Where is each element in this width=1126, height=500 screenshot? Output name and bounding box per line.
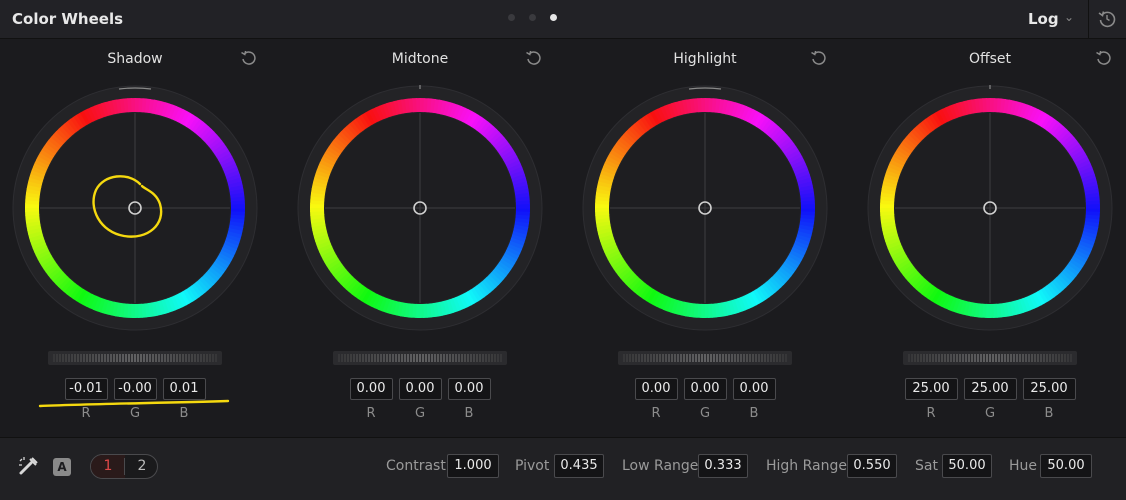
value-field-b[interactable]: 0.01 — [162, 378, 206, 400]
rgb-values: -0.01 -0.00 0.01 — [64, 378, 206, 400]
reset-icon[interactable] — [240, 49, 258, 71]
channel-labels: RGB — [905, 406, 1076, 421]
chevron-down-icon[interactable]: ⌄ — [1064, 10, 1074, 24]
wheel-panel-highlight: Highlight 0.00 0.00 0.00 R G B — [570, 39, 840, 429]
value-field-b[interactable]: 25.00 — [1022, 378, 1076, 400]
channel-label-b: B — [749, 406, 759, 421]
channel-label-r: R — [81, 406, 91, 421]
channel-label-r: R — [366, 406, 376, 421]
panel-header: Color Wheels Log ⌄ — [0, 0, 1126, 39]
contrast-label: Contrast — [386, 458, 446, 474]
page-dot-2[interactable] — [529, 14, 536, 21]
sat-label: Sat — [915, 458, 938, 474]
color-picker-icon[interactable] — [18, 456, 40, 480]
channel-label-b: B — [1044, 406, 1054, 421]
contrast-field[interactable]: 1.000 — [447, 454, 499, 478]
rgb-values: 0.00 0.00 0.00 — [634, 378, 776, 400]
wheel-panel-offset: Offset 25.00 25.00 25.00 R G B — [855, 39, 1125, 429]
value-field-g[interactable]: -0.00 — [113, 378, 157, 400]
wheel-label: Midtone — [391, 51, 449, 67]
channel-labels: RGB — [635, 406, 776, 421]
auto-balance-button[interactable]: A — [53, 458, 71, 476]
reset-icon[interactable] — [525, 49, 543, 71]
rgb-values: 25.00 25.00 25.00 — [904, 378, 1076, 400]
reset-all-icon[interactable] — [1097, 9, 1117, 33]
wheel-label: Shadow — [107, 51, 163, 67]
hue-field[interactable]: 50.00 — [1040, 454, 1092, 478]
channel-label-g: G — [414, 406, 426, 421]
sat-field[interactable]: 50.00 — [942, 454, 992, 478]
channel-labels: RGB — [65, 406, 206, 421]
page-1-button[interactable]: 1 — [91, 455, 125, 478]
low-range-field[interactable]: 0.333 — [698, 454, 748, 478]
wheel-panel-midtone: Midtone 0.00 0.00 0.00 R G B — [285, 39, 555, 429]
mode-dropdown-label[interactable]: Log — [1028, 10, 1059, 28]
wheel-label: Offset — [968, 51, 1012, 67]
channel-labels: RGB — [350, 406, 491, 421]
page-indicator — [508, 14, 557, 21]
reset-icon[interactable] — [1095, 49, 1113, 71]
master-wheel-slider[interactable] — [333, 351, 507, 365]
wheel-panel-shadow: Shadow -0.01 -0.00 0.01 R G B — [0, 39, 270, 429]
value-field-g[interactable]: 0.00 — [398, 378, 442, 400]
page-dot-1[interactable] — [508, 14, 515, 21]
header-divider — [1088, 0, 1089, 38]
channel-label-g: G — [699, 406, 711, 421]
wheel-label: Highlight — [673, 51, 737, 67]
high-range-field[interactable]: 0.550 — [847, 454, 897, 478]
master-wheel-slider[interactable] — [618, 351, 792, 365]
panel-footer: A 1 2 Contrast 1.000 Pivot 0.435 Low Ran… — [0, 437, 1126, 500]
color-wheel[interactable] — [580, 83, 830, 337]
channel-label-g: G — [129, 406, 141, 421]
page-2-button[interactable]: 2 — [125, 455, 159, 478]
channel-label-g: G — [984, 406, 996, 421]
value-field-g[interactable]: 25.00 — [963, 378, 1017, 400]
channel-label-b: B — [179, 406, 189, 421]
master-wheel-slider[interactable] — [903, 351, 1077, 365]
page-dot-3[interactable] — [550, 14, 557, 21]
channel-label-r: R — [651, 406, 661, 421]
channel-label-b: B — [464, 406, 474, 421]
value-field-r[interactable]: 0.00 — [349, 378, 393, 400]
value-field-r[interactable]: 0.00 — [634, 378, 678, 400]
high-range-label: High Range — [766, 458, 847, 474]
value-field-r[interactable]: 25.00 — [904, 378, 958, 400]
value-field-b[interactable]: 0.00 — [732, 378, 776, 400]
page-switcher: 1 2 — [90, 454, 158, 479]
color-wheel[interactable] — [10, 83, 260, 337]
value-field-r[interactable]: -0.01 — [64, 378, 108, 400]
hue-label: Hue — [1009, 458, 1038, 474]
rgb-values: 0.00 0.00 0.00 — [349, 378, 491, 400]
channel-label-r: R — [926, 406, 936, 421]
panel-title: Color Wheels — [12, 10, 124, 28]
pivot-field[interactable]: 0.435 — [554, 454, 604, 478]
wheels-area: Shadow -0.01 -0.00 0.01 R G B Midtone 0.00 0.00 0.… — [0, 39, 1126, 437]
master-wheel-slider[interactable] — [48, 351, 222, 365]
value-field-g[interactable]: 0.00 — [683, 378, 727, 400]
reset-icon[interactable] — [810, 49, 828, 71]
color-wheel[interactable] — [295, 83, 545, 337]
low-range-label: Low Range — [622, 458, 699, 474]
value-field-b[interactable]: 0.00 — [447, 378, 491, 400]
pivot-label: Pivot — [515, 458, 550, 474]
color-wheel[interactable] — [865, 83, 1115, 337]
